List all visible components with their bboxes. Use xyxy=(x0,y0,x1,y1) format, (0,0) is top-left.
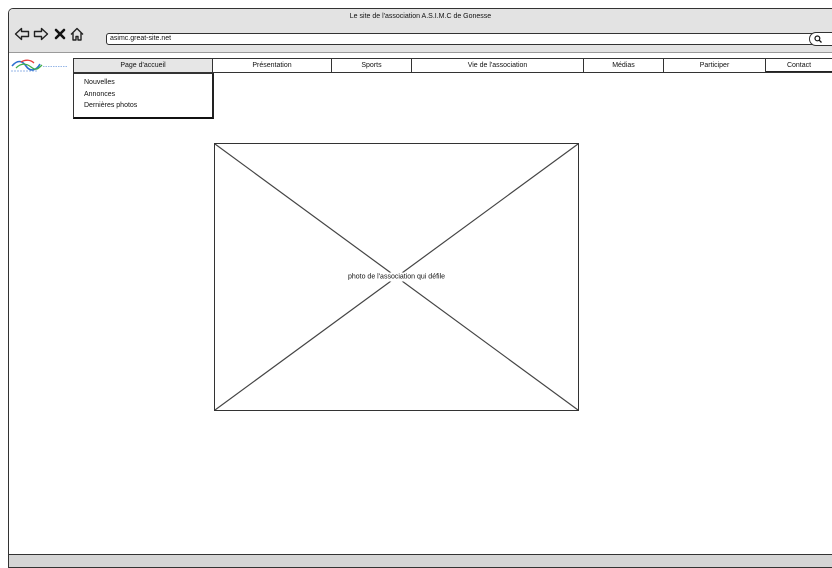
url-bar[interactable]: asimc.great-site.net xyxy=(106,33,824,45)
window-title: Le site de l'association A.S.I.M.C de Go… xyxy=(349,13,492,20)
dropdown-item-annonces[interactable]: Annonces xyxy=(74,89,212,101)
back-arrow-icon[interactable] xyxy=(14,26,30,42)
browser-status-bar xyxy=(9,554,832,567)
accueil-dropdown-menu: Nouvelles Annonces Dernières photos xyxy=(73,73,214,119)
search-field[interactable] xyxy=(809,32,832,46)
close-icon[interactable] xyxy=(52,26,68,42)
asimc-logo[interactable] xyxy=(9,57,69,75)
nav-item-presentation[interactable]: Présentation xyxy=(213,59,332,72)
forward-arrow-icon[interactable] xyxy=(33,26,49,42)
nav-item-accueil[interactable]: Page d'accueil xyxy=(74,59,213,72)
home-icon[interactable] xyxy=(69,26,85,42)
nav-item-vie-association[interactable]: Vie de l'association xyxy=(412,59,584,72)
dropdown-item-dernieres-photos[interactable]: Dernières photos xyxy=(74,100,212,112)
nav-item-contact[interactable]: Contact xyxy=(766,59,832,72)
main-navigation: Page d'accueil Présentation Sports Vie d… xyxy=(73,58,832,73)
image-caption: photo de l'association qui défile xyxy=(344,272,449,282)
browser-titlebar: Le site de l'association A.S.I.M.C de Go… xyxy=(9,9,832,53)
search-icon xyxy=(814,35,822,43)
nav-item-participer[interactable]: Participer xyxy=(664,59,766,72)
browser-window: Le site de l'association A.S.I.M.C de Go… xyxy=(8,8,832,568)
dropdown-item-nouvelles[interactable]: Nouvelles xyxy=(74,77,212,89)
image-slideshow-placeholder[interactable]: photo de l'association qui défile xyxy=(214,143,579,411)
nav-item-sports[interactable]: Sports xyxy=(332,59,412,72)
nav-item-medias[interactable]: Médias xyxy=(584,59,664,72)
